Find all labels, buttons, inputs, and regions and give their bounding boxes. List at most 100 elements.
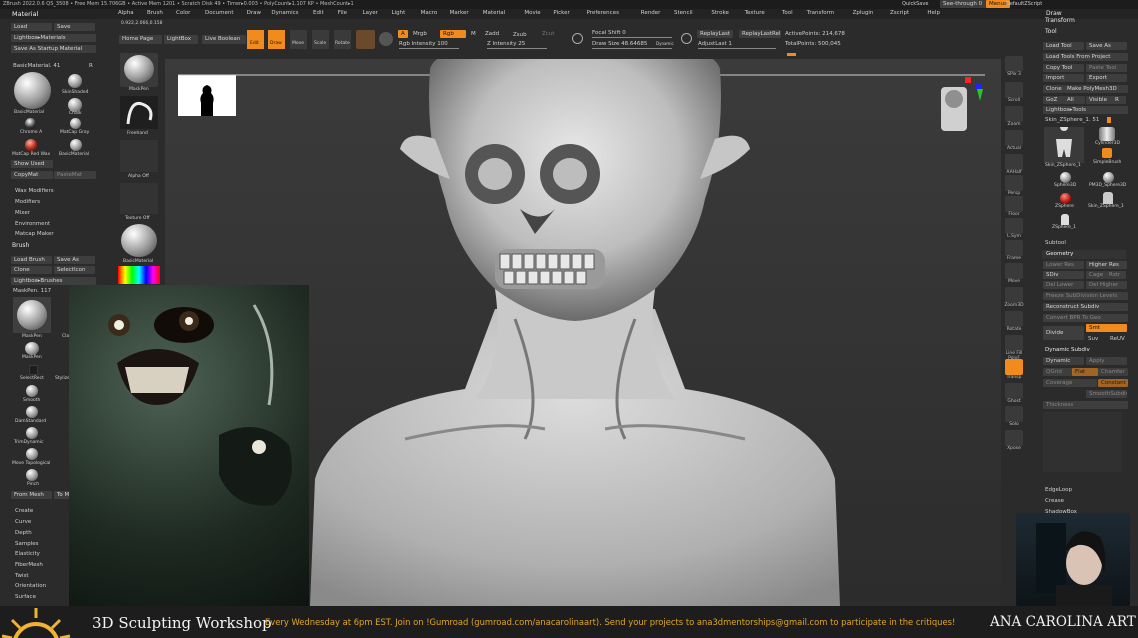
menu-item-edit[interactable]: Edit — [313, 10, 324, 16]
from-mesh-button[interactable]: From Mesh — [11, 491, 52, 499]
draw-size-track[interactable] — [592, 48, 672, 49]
apply-button[interactable]: Apply — [1086, 357, 1127, 365]
matcap-red-wax-thumb[interactable] — [25, 139, 37, 151]
mat-section-1[interactable]: Modifiers — [15, 199, 40, 205]
menu-item-zscript[interactable]: Zscript — [890, 10, 909, 16]
menu-item-texture[interactable]: Texture — [745, 10, 765, 16]
menu-item-preferences[interactable]: Preferences — [587, 10, 619, 16]
mat-section-4[interactable]: Matcap Maker — [15, 231, 54, 237]
menu-item-picker[interactable]: Picker — [553, 10, 569, 16]
default-zscript-button[interactable]: DefaultZScript — [1006, 1, 1042, 7]
higher-res-button[interactable]: Higher Res — [1086, 261, 1127, 269]
a-toggle[interactable]: A — [398, 30, 408, 38]
material-save-button[interactable]: Save — [54, 23, 95, 31]
live-boolean-button[interactable]: Live Boolean — [202, 35, 246, 44]
edit-button[interactable]: Edit — [247, 30, 264, 49]
select-icon-button[interactable]: SelectIcon — [54, 266, 95, 274]
material-load-button[interactable]: Load — [11, 23, 52, 31]
constant-toggle[interactable]: Constant — [1098, 379, 1128, 387]
brush-section-0[interactable]: Create — [15, 508, 33, 514]
lightbox-materials-button[interactable]: Lightbox▸Materials — [11, 34, 96, 42]
geometry-header[interactable]: Geometry — [1042, 250, 1126, 259]
draw-button[interactable]: Draw — [268, 30, 285, 49]
lightbox-button[interactable]: LightBox — [164, 35, 198, 44]
menu-item-alpha[interactable]: Alpha — [118, 10, 134, 16]
skin-zsphere-thumb[interactable] — [1044, 127, 1084, 163]
color-picker[interactable] — [118, 266, 160, 284]
copymat-button[interactable]: CopyMat — [11, 171, 53, 179]
solo-icon[interactable] — [1005, 406, 1023, 422]
focal-shift-slider[interactable]: Focal Shift 0 — [592, 30, 626, 36]
rgb-intensity-track[interactable] — [399, 48, 459, 49]
dynamic-subdiv-section[interactable]: Dynamic Subdiv — [1045, 347, 1090, 353]
brush-section-2[interactable]: Depth — [15, 530, 32, 536]
chamfer-toggle[interactable]: Chamfer — [1098, 368, 1128, 376]
mat-section-2[interactable]: Mixer — [15, 210, 30, 216]
suv-toggle[interactable]: Suv — [1088, 336, 1098, 342]
maskpen-brush-icon[interactable] — [25, 342, 39, 355]
import-button[interactable]: Import — [1043, 74, 1084, 82]
material-slider[interactable]: BasicMaterial. 41 — [13, 63, 60, 69]
cage-button[interactable]: Cage — [1086, 271, 1106, 279]
replay-last-button[interactable]: ReplayLast — [697, 30, 733, 38]
brush-section-7[interactable]: Orientation — [15, 583, 46, 589]
actual-icon[interactable] — [1005, 130, 1023, 146]
menu-item-help[interactable]: Help — [927, 10, 940, 16]
zsphere-thumb[interactable] — [1060, 193, 1071, 204]
adjust-last-track[interactable] — [698, 48, 776, 49]
zsub-toggle[interactable]: Zsub — [513, 32, 527, 38]
quicksave-button[interactable]: QuickSave — [902, 1, 928, 7]
rgb-toggle[interactable]: Rgb — [440, 30, 466, 38]
menu-item-macro[interactable]: Macro — [421, 10, 438, 16]
brush-section-5[interactable]: FiberMesh — [15, 562, 43, 568]
del-higher-button[interactable]: Del Higher — [1086, 281, 1127, 289]
dynamic-button[interactable]: Dynamic — [1043, 357, 1084, 365]
transform-palette-label[interactable]: Transform — [1045, 17, 1075, 24]
tool-slider[interactable]: Skin_ZSphere_1. 51 — [1045, 117, 1099, 123]
brush-section-4[interactable]: Elasticity — [15, 551, 40, 557]
pinch-brush-icon[interactable] — [26, 469, 38, 481]
convert-bpr-button[interactable]: Convert BPR To Geo — [1043, 314, 1128, 322]
smt-toggle[interactable]: Smt — [1086, 324, 1127, 332]
move-topological-brush-icon[interactable] — [26, 448, 38, 460]
stroke-thumb[interactable] — [120, 96, 158, 129]
chrome-thumb[interactable] — [25, 118, 36, 129]
tool-palette-label[interactable]: Tool — [1045, 28, 1057, 35]
make-polymesh-button[interactable]: Make PolyMesh3D — [1064, 85, 1128, 93]
adjust-last-slider[interactable]: AdjustLast 1 — [698, 41, 732, 47]
mrgb-toggle[interactable]: Mrgb — [413, 31, 427, 37]
brush-section-8[interactable]: Surface — [15, 594, 36, 600]
paste-tool-button[interactable]: Paste Tool — [1086, 64, 1127, 72]
menu-item-material[interactable]: Material — [483, 10, 505, 16]
copy-tool-button[interactable]: Copy Tool — [1043, 64, 1084, 72]
menu-item-dynamics[interactable]: Dynamics — [271, 10, 298, 16]
show-used-button[interactable]: Show Used — [11, 160, 53, 168]
replay-last-rel-button[interactable]: ReplayLastRel — [739, 30, 781, 38]
sphere3d-thumb[interactable] — [1060, 172, 1071, 183]
z-intensity-slider[interactable]: Z Intensity 25 — [487, 41, 525, 47]
menu-item-document[interactable]: Document — [205, 10, 234, 16]
alpha-thumb[interactable] — [120, 140, 158, 172]
home-page-button[interactable]: Home Page — [119, 35, 162, 44]
smooth-brush-icon[interactable] — [26, 385, 38, 397]
tool-r-button[interactable]: R — [1112, 96, 1126, 104]
xpose-icon[interactable] — [1005, 430, 1023, 446]
menu-item-zplugin[interactable]: Zplugin — [853, 10, 874, 16]
goz-button[interactable]: GoZ — [1043, 96, 1064, 104]
scroll-icon[interactable] — [1005, 82, 1023, 98]
brush-save-as-button[interactable]: Save As — [54, 256, 95, 264]
focal-shift-track[interactable] — [592, 37, 672, 38]
material-r-button[interactable]: R — [89, 63, 93, 69]
basic-material-thumb[interactable] — [14, 72, 51, 109]
qgrid-slider[interactable]: QGrid — [1043, 368, 1073, 376]
menu-item-marker[interactable]: Marker — [450, 10, 469, 16]
menu-material-title[interactable]: Material — [12, 10, 38, 18]
brush-clone-button[interactable]: Clone — [11, 266, 52, 274]
ghost-icon[interactable] — [1005, 383, 1023, 399]
material-thumb[interactable] — [121, 224, 157, 257]
brush-slider[interactable]: MaskPen. 117 — [13, 288, 51, 294]
rotate-icon[interactable] — [1005, 311, 1023, 327]
move-icon[interactable] — [1005, 263, 1023, 279]
see-through-slider[interactable]: See-through 0 — [940, 0, 988, 8]
lightbox-brushes-button[interactable]: Lightbox▸Brushes — [11, 277, 96, 285]
